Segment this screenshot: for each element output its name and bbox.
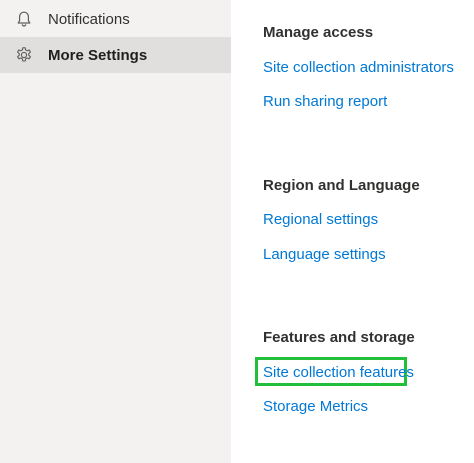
link-site-collection-features[interactable]: Site collection features xyxy=(263,364,414,381)
link-site-collection-administrators[interactable]: Site collection administrators xyxy=(263,59,454,76)
sidebar-item-more-settings[interactable]: More Settings xyxy=(0,37,231,73)
bell-icon xyxy=(14,9,34,29)
sidebar-item-label: More Settings xyxy=(48,46,148,64)
sidebar: Notifications More Settings xyxy=(0,0,231,463)
gear-icon xyxy=(14,45,34,65)
link-regional-settings[interactable]: Regional settings xyxy=(263,211,378,228)
link-language-settings[interactable]: Language settings xyxy=(263,246,386,263)
link-run-sharing-report[interactable]: Run sharing report xyxy=(263,93,387,110)
section-title-features-storage: Features and storage xyxy=(263,329,415,346)
settings-panel: Manage access Site collection administra… xyxy=(231,0,474,463)
link-storage-metrics[interactable]: Storage Metrics xyxy=(263,398,368,415)
section-title-region-language: Region and Language xyxy=(263,177,420,194)
section-title-manage-access: Manage access xyxy=(263,24,374,41)
sidebar-item-label: Notifications xyxy=(48,10,130,28)
sidebar-item-notifications[interactable]: Notifications xyxy=(0,1,231,37)
